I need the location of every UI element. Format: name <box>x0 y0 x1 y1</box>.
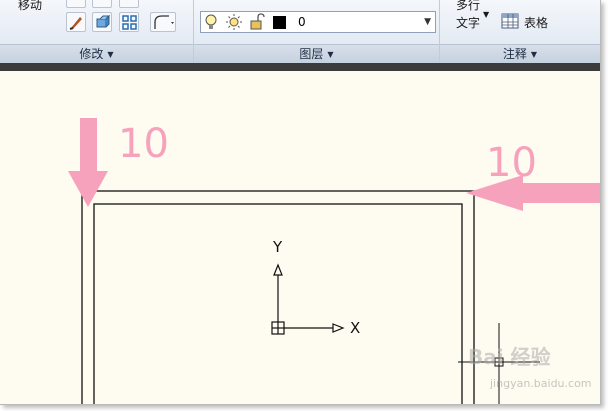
watermark-logo: Bai 经验 <box>468 345 551 369</box>
modify-panel: 移动 修改 ▼ <box>0 0 194 63</box>
fillet-icon[interactable] <box>150 12 176 32</box>
chevron-down-icon: ▼ <box>107 49 114 59</box>
text-button[interactable]: 文字 <box>456 14 480 31</box>
dropdown-arrow-icon[interactable]: ▼ <box>424 17 431 27</box>
layer-dropdown[interactable]: 0 ▼ <box>200 11 436 33</box>
table-button[interactable]: 表格 <box>524 14 548 31</box>
move-button[interactable]: 移动 <box>18 0 42 13</box>
modify-panel-title[interactable]: 修改 ▼ <box>0 44 193 63</box>
brush-icon[interactable] <box>66 12 86 32</box>
annotation-panel: 多行 文字 ▼ 表格 注释 ▼ <box>440 0 600 63</box>
color-swatch-icon <box>273 16 286 29</box>
toolbar-button-top[interactable] <box>119 0 139 8</box>
lightbulb-icon <box>205 14 217 29</box>
current-layer-value: 0 <box>298 15 306 29</box>
toolbar-button-top[interactable] <box>92 0 112 8</box>
unlock-icon <box>250 13 265 30</box>
ribbon-separator <box>0 63 600 71</box>
chevron-down-icon: ▼ <box>327 49 334 59</box>
x-axis-label: X <box>350 319 361 337</box>
sun-icon <box>226 14 242 30</box>
table-icon[interactable] <box>501 13 519 29</box>
grid-array-icon[interactable] <box>119 12 139 32</box>
text-dropdown-arrow-icon[interactable]: ▼ <box>483 10 489 19</box>
layers-title-text: 图层 <box>299 47 324 61</box>
3d-move-icon[interactable] <box>92 12 112 32</box>
modify-title-text: 修改 <box>79 47 104 61</box>
annotation-panel-title[interactable]: 注释 ▼ <box>440 44 600 63</box>
offset-arrow-down-icon <box>68 118 108 207</box>
top-offset-label: 10 <box>118 121 169 167</box>
ribbon: 移动 修改 ▼ 图层 ▼ 0 ▼ 多行 文字 ▼ 表格 注释 ▼ <box>0 0 600 63</box>
right-offset-label: 10 <box>486 140 537 186</box>
layers-panel-title[interactable]: 图层 ▼ <box>194 44 439 63</box>
y-axis-label: Y <box>273 238 283 256</box>
drawing-canvas[interactable]: 10 10 Y X Bai 经验 jingyan.baidu.com <box>0 71 600 404</box>
watermark-url: jingyan.baidu.com <box>490 377 592 390</box>
ucs-icon <box>271 263 345 335</box>
annotation-title-text: 注释 <box>502 47 527 61</box>
multiline-text-label[interactable]: 多行 <box>456 0 480 13</box>
toolbar-button-top[interactable] <box>66 0 86 8</box>
app-window: 移动 修改 ▼ 图层 ▼ 0 ▼ 多行 文字 ▼ 表格 注释 ▼ 10 10 Y… <box>0 0 601 405</box>
chevron-down-icon: ▼ <box>530 49 538 59</box>
